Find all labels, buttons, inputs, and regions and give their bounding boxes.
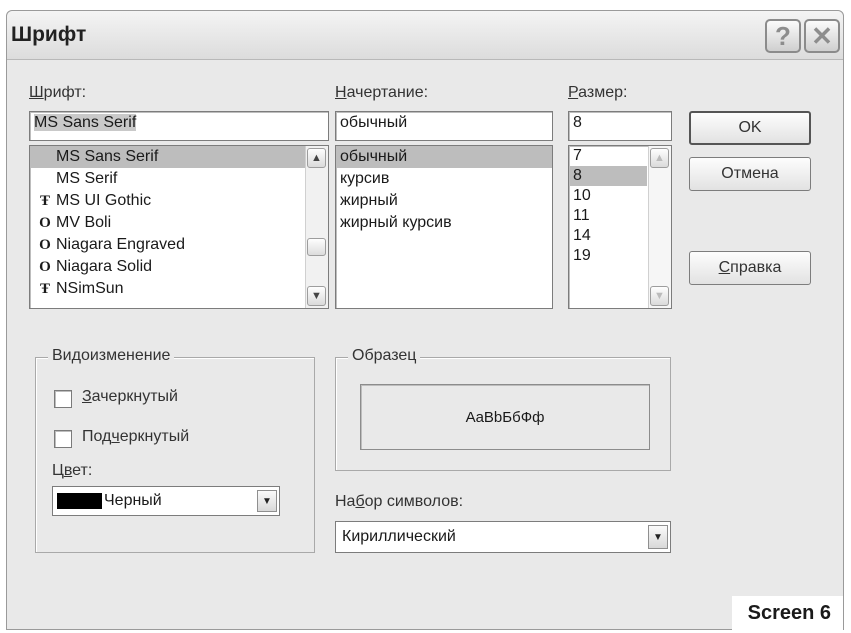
charset-label: Набор символов: (335, 493, 464, 510)
effects-group: Видоизменение Зачеркнутый Подчеркнутый Ц… (35, 347, 315, 553)
color-label: Цвет: (52, 462, 93, 479)
style-list[interactable]: обычный курсив жирный жирный курсив (335, 145, 553, 309)
dialog-title: Шрифт (11, 23, 87, 46)
close-icon: ✕ (811, 20, 833, 51)
size-list-scrollbar[interactable]: ▲ ▼ (648, 146, 671, 308)
size-label: Размер: (568, 84, 628, 101)
charset-select[interactable]: Кириллический ▼ (335, 521, 671, 553)
font-name-input[interactable]: MS Sans Serif (29, 111, 329, 141)
title-bar: Шрифт ? ✕ (7, 11, 843, 60)
style-list-item[interactable]: жирный (336, 190, 552, 212)
font-list-item[interactable]: Ŧ MS UI Gothic (30, 190, 305, 212)
scroll-thumb[interactable] (307, 238, 326, 256)
size-list[interactable]: 7 8 10 11 14 19 ▲ ▼ (568, 145, 672, 309)
sample-group: Образец AaBbБбФф (335, 347, 671, 471)
sample-group-title: Образец (348, 347, 421, 365)
color-value: Черный (104, 492, 162, 509)
ok-button[interactable]: OK (689, 111, 811, 145)
font-label: Шрифт: (29, 84, 87, 101)
size-scroll-down-button[interactable]: ▼ (650, 286, 669, 306)
size-scroll-up-button[interactable]: ▲ (650, 148, 669, 168)
style-list-item[interactable]: жирный курсив (336, 212, 552, 234)
font-list-item-label: NSimSun (56, 280, 124, 297)
scroll-up-button[interactable]: ▲ (307, 148, 326, 168)
strikeout-checkbox[interactable] (54, 390, 72, 408)
font-list-item-label: MV Boli (56, 214, 112, 231)
help-button[interactable]: ? (765, 19, 801, 53)
size-input[interactable]: 8 (568, 111, 672, 141)
scroll-down-button[interactable]: ▼ (307, 286, 326, 306)
strikeout-label: Зачеркнутый (82, 388, 178, 405)
size-list-item[interactable]: 8 (569, 166, 647, 186)
font-list-item[interactable]: Ŧ NSimSun (30, 278, 305, 300)
effects-group-title: Видоизменение (48, 347, 175, 365)
style-list-item[interactable]: обычный (336, 146, 552, 168)
font-list-item[interactable]: MS Sans Serif (30, 146, 305, 168)
truetype-font-icon: Ŧ (39, 193, 50, 209)
style-input[interactable]: обычный (335, 111, 553, 141)
size-list-item[interactable]: 11 (569, 206, 647, 226)
close-button[interactable]: ✕ (804, 19, 840, 53)
font-list-item-label: Niagara Solid (56, 258, 153, 275)
size-list-item[interactable]: 7 (569, 146, 647, 166)
font-list-item-label: MS Serif (56, 170, 118, 187)
charset-value: Кириллический (342, 528, 456, 545)
color-swatch (57, 492, 102, 509)
font-list-item[interactable]: MS Serif (30, 168, 305, 190)
question-icon: ? (775, 20, 791, 51)
screen-caption: Screen 6 (731, 596, 843, 631)
font-list-item-label: Niagara Engraved (56, 236, 185, 253)
sample-preview: AaBbБбФф (360, 384, 650, 450)
cancel-button[interactable]: Отмена (689, 157, 811, 191)
size-list-item[interactable]: 19 (569, 246, 647, 266)
underline-checkbox[interactable] (54, 430, 72, 448)
chevron-down-icon[interactable]: ▼ (648, 525, 668, 549)
font-list-item[interactable]: O Niagara Engraved (30, 234, 305, 256)
font-list-item[interactable]: O Niagara Solid (30, 256, 305, 278)
opentype-font-icon: O (39, 237, 51, 253)
font-list[interactable]: MS Sans Serif MS Serif Ŧ MS UI Gothic O MV Bo… (29, 145, 329, 309)
font-dialog: Шрифт ? ✕ Шрифт: MS Sans Serif MS Sans S… (6, 10, 844, 630)
font-list-item[interactable]: O MV Boli (30, 212, 305, 234)
font-list-item-label: MS Sans Serif (56, 148, 159, 165)
size-list-item[interactable]: 10 (569, 186, 647, 206)
opentype-font-icon: O (39, 259, 51, 275)
style-label: Начертание: (335, 84, 429, 101)
color-select[interactable]: Черный ▼ (52, 486, 280, 516)
chevron-down-icon[interactable]: ▼ (257, 490, 277, 512)
font-list-item-label: MS UI Gothic (56, 192, 152, 209)
underline-label: Подчеркнутый (82, 428, 190, 445)
opentype-font-icon: O (39, 215, 51, 231)
style-list-item[interactable]: курсив (336, 168, 552, 190)
font-list-scrollbar[interactable]: ▲ ▼ (305, 146, 328, 308)
help-text-button[interactable]: Справка (689, 251, 811, 285)
truetype-font-icon: Ŧ (39, 281, 50, 297)
size-list-item[interactable]: 14 (569, 226, 647, 246)
